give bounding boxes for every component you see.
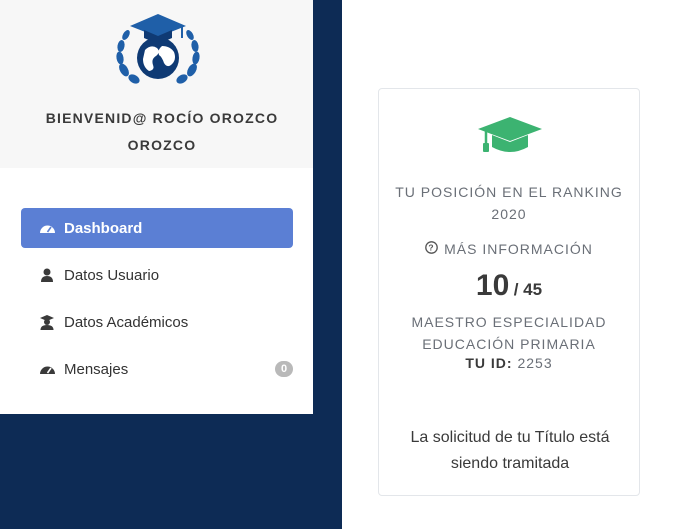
sidebar-item-dashboard[interactable]: Dashboard — [21, 208, 293, 248]
more-info-link[interactable]: ? MÁS INFORMACIÓN — [379, 241, 639, 257]
graduation-cap-icon — [478, 117, 542, 152]
messages-icon — [37, 363, 57, 375]
user-id-value: 2253 — [517, 355, 553, 371]
sidebar-item-datos-usuario[interactable]: Datos Usuario — [21, 255, 293, 295]
position-total: / 45 — [513, 280, 543, 299]
ranking-position: 10 / 45 — [379, 269, 639, 303]
user-id-label: TU ID: — [465, 355, 513, 371]
degree-name: MAESTRO ESPECIALIDAD EDUCACIÓN PRIMARIA — [411, 314, 607, 352]
sidebar-item-datos-academicos[interactable]: Datos Académicos — [21, 302, 293, 342]
user-icon — [37, 268, 57, 282]
ranking-label: TU POSICIÓN EN EL RANKING 2020 — [395, 184, 623, 222]
position-value: 10 — [475, 269, 510, 302]
message-count-badge: 0 — [275, 361, 293, 377]
sidebar-item-label: Mensajes — [64, 360, 129, 378]
user-id: TU ID: 2253 — [379, 355, 639, 371]
svg-text:?: ? — [429, 243, 435, 253]
graduate-user-icon — [37, 314, 57, 330]
sidebar-menu: Dashboard Datos Usuario Datos Académicos… — [0, 208, 313, 396]
sidebar-item-label: Dashboard — [64, 219, 143, 237]
ranking-card: TU POSICIÓN EN EL RANKING 2020 ? MÁS INF… — [378, 88, 640, 496]
question-circle-icon: ? — [425, 241, 438, 257]
sidebar: BIENVENID@ ROCÍO OROZCO OROZCO Dashboard… — [0, 0, 313, 414]
graduation-globe-logo — [116, 14, 200, 84]
dashboard-icon — [37, 222, 57, 234]
sidebar-item-mensajes[interactable]: Mensajes 0 — [21, 349, 293, 389]
welcome-message: BIENVENID@ ROCÍO OROZCO OROZCO — [45, 110, 279, 153]
sidebar-item-label: Datos Usuario — [64, 266, 160, 284]
more-info-label: MÁS INFORMACIÓN — [444, 241, 593, 257]
title-request-status: La solicitud de tu Título está siendo tr… — [410, 429, 610, 472]
sidebar-item-label: Datos Académicos — [64, 313, 189, 331]
